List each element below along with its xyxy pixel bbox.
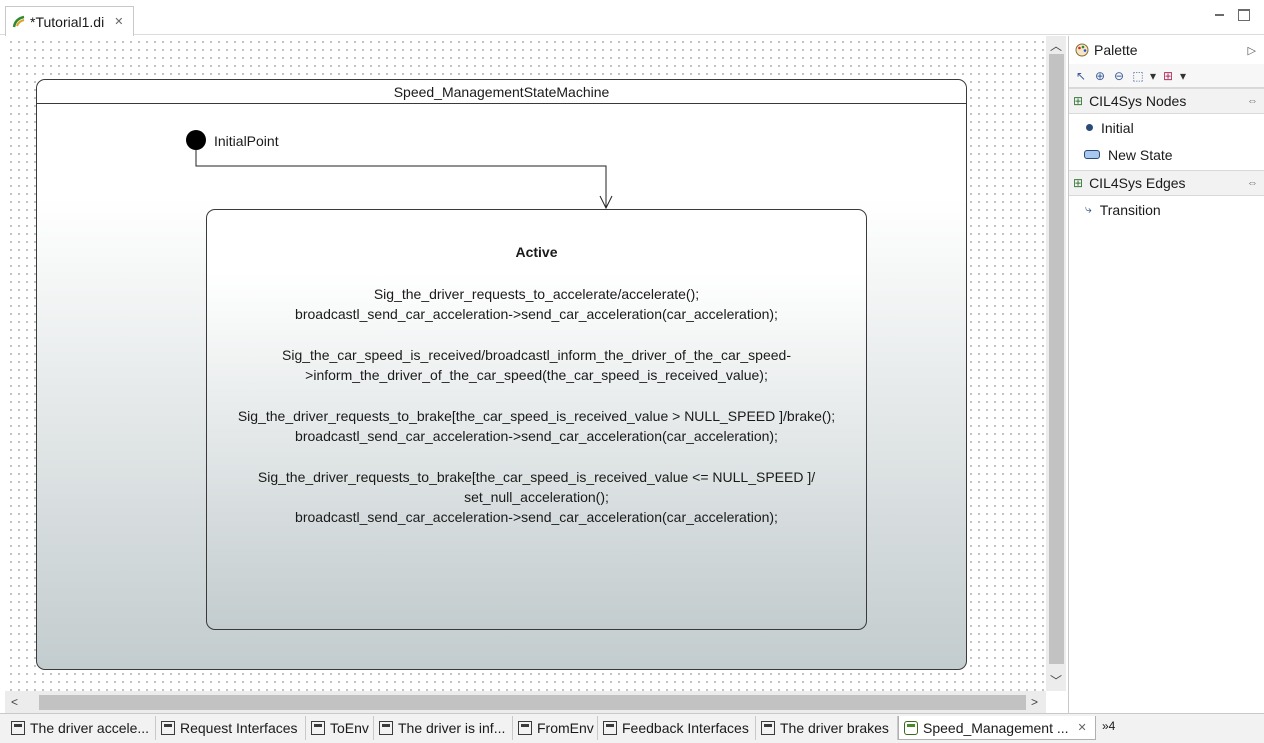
page-tab-toenv[interactable]: ToEnv (306, 716, 374, 740)
zoom-out-icon[interactable]: ⊖ (1111, 68, 1127, 84)
interface-diagram-icon (518, 721, 532, 735)
tab-label: The driver is inf... (398, 720, 506, 736)
behavior-null-acceleration[interactable]: Sig_the_driver_requests_to_brake[the_car… (207, 467, 866, 527)
dropdown-icon[interactable]: ▾ (1179, 68, 1187, 84)
active-state-title: Active (515, 244, 558, 260)
initial-node-icon (1086, 124, 1093, 131)
tab-label: The driver brakes (780, 720, 889, 736)
diagram-icon (379, 721, 393, 735)
behavior-line: Sig_the_driver_requests_to_accelerate/ac… (373, 286, 700, 302)
initial-point-node[interactable] (186, 130, 206, 150)
drawer-cil4sys-nodes[interactable]: ⊞ CIL4Sys Nodes ⇔ (1069, 88, 1264, 114)
vertical-scroll-thumb[interactable] (1049, 54, 1064, 664)
diagram-canvas[interactable]: Speed_ManagementStateMachine InitialPoin… (5, 36, 1046, 691)
scroll-up-icon[interactable]: ︿ (1050, 39, 1062, 53)
tab-label: Request Interfaces (180, 720, 298, 736)
entry-label: New State (1108, 146, 1173, 163)
entry-label: Transition (1099, 201, 1161, 218)
papyrus-icon (12, 15, 25, 27)
behavior-line: >inform_the_driver_of_the_car_speed(the_… (305, 367, 768, 383)
entry-label: Initial (1101, 119, 1134, 136)
interface-diagram-icon (311, 721, 325, 735)
behavior-line: set_null_acceleration(); (464, 489, 609, 505)
page-tab-speed-management[interactable]: Speed_Management ... ✕ (898, 716, 1096, 740)
palette-panel: Palette ▷ ↖ ⊕ ⊖ ⬚ ▾ ⊞ ▾ ⊞ CIL4Sys Nodes … (1068, 36, 1264, 713)
vertical-scrollbar[interactable]: ︿ ﹀ (1046, 36, 1066, 691)
editor-tab-tutorial1[interactable]: *Tutorial1.di ✕ (5, 6, 134, 36)
interface-diagram-icon (603, 721, 617, 735)
close-icon[interactable]: ✕ (1078, 721, 1087, 734)
behavior-line: broadcastl_send_car_acceleration->send_c… (295, 509, 778, 525)
behavior-brake[interactable]: Sig_the_driver_requests_to_brake[the_car… (207, 406, 866, 446)
drawer-cil4sys-edges[interactable]: ⊞ CIL4Sys Edges ⇔ (1069, 170, 1264, 196)
transition-edge-icon: ⤷ (1085, 202, 1092, 216)
state-node-icon (1084, 150, 1100, 159)
behavior-line: Sig_the_driver_requests_to_brake[the_car… (257, 469, 816, 485)
pin-icon[interactable]: ⇔ (1247, 177, 1258, 189)
behavior-line: Sig_the_car_speed_is_received/broadcastl… (282, 347, 791, 363)
state-machine-title[interactable]: Speed_ManagementStateMachine (37, 80, 966, 104)
diagram-icon (761, 721, 775, 735)
tab-label: Feedback Interfaces (622, 720, 749, 736)
interface-diagram-icon (161, 721, 175, 735)
minimize-button[interactable] (1212, 6, 1226, 20)
marquee-connections-icon[interactable]: ⊞ (1160, 68, 1176, 84)
horizontal-scroll-thumb[interactable] (39, 695, 1026, 710)
palette-icon (1075, 43, 1089, 57)
behavior-speed-received[interactable]: Sig_the_car_speed_is_received/broadcastl… (207, 345, 866, 385)
initial-point-label[interactable]: InitialPoint (214, 133, 279, 149)
tab-label: FromEnv (537, 720, 594, 736)
diagram-page-tabs: The driver accele... Request Interfaces … (0, 713, 1264, 743)
zoom-in-icon[interactable]: ⊕ (1092, 68, 1108, 84)
palette-entry-new-state[interactable]: New State (1069, 141, 1264, 168)
tab-label: ToEnv (330, 720, 369, 736)
select-arrow-icon[interactable]: ↖ (1073, 68, 1089, 84)
scroll-right-icon[interactable]: > (1031, 695, 1038, 709)
behavior-line: broadcastl_send_car_acceleration->send_c… (295, 428, 778, 444)
diagram-icon (11, 721, 25, 735)
page-tab-driver-accelerates[interactable]: The driver accele... (6, 716, 156, 740)
tab-label: The driver accele... (30, 720, 150, 736)
drawer-label: CIL4Sys Edges (1089, 175, 1186, 191)
palette-collapse-icon[interactable]: ▷ (1248, 44, 1256, 57)
page-tab-driver-informed[interactable]: The driver is inf... (374, 716, 513, 740)
marquee-select-icon[interactable]: ⬚ (1130, 68, 1146, 84)
behavior-accelerate[interactable]: Sig_the_driver_requests_to_accelerate/ac… (207, 284, 866, 324)
page-tab-fromenv[interactable]: FromEnv (513, 716, 598, 740)
palette-toolbar: ↖ ⊕ ⊖ ⬚ ▾ ⊞ ▾ (1069, 64, 1264, 88)
active-state-node[interactable]: Active Sig_the_driver_requests_to_accele… (206, 209, 867, 630)
palette-title: Palette (1094, 42, 1138, 58)
palette-entry-transition[interactable]: ⤷ Transition (1069, 196, 1264, 223)
maximize-button[interactable] (1236, 6, 1250, 21)
page-tab-feedback-interfaces[interactable]: Feedback Interfaces (598, 716, 756, 740)
scroll-down-icon[interactable]: ﹀ (1050, 674, 1062, 688)
drawer-label: CIL4Sys Nodes (1089, 93, 1187, 109)
close-icon[interactable]: ✕ (114, 15, 123, 28)
drawer-icon: ⊞ (1073, 176, 1084, 190)
tab-label: Speed_Management ... (923, 719, 1069, 736)
state-machine-diagram-icon (904, 720, 918, 735)
behavior-line: broadcastl_send_car_acceleration->send_c… (295, 306, 778, 322)
page-tab-driver-brakes[interactable]: The driver brakes (756, 716, 898, 740)
behavior-line: Sig_the_driver_requests_to_brake[the_car… (237, 408, 836, 424)
palette-entry-initial[interactable]: Initial (1069, 114, 1264, 141)
horizontal-scrollbar[interactable]: < > (5, 691, 1046, 713)
pin-icon[interactable]: ⇔ (1247, 95, 1258, 107)
page-tab-request-interfaces[interactable]: Request Interfaces (156, 716, 306, 740)
dropdown-icon[interactable]: ▾ (1149, 68, 1157, 84)
palette-header[interactable]: Palette ▷ (1069, 36, 1264, 64)
tab-overflow-button[interactable]: »4 (1102, 719, 1115, 733)
editor-tab-title: *Tutorial1.di (30, 13, 105, 30)
editor-tab-bar: *Tutorial1.di ✕ (0, 0, 1264, 36)
scroll-left-icon[interactable]: < (11, 695, 18, 709)
drawer-icon: ⊞ (1073, 94, 1084, 108)
